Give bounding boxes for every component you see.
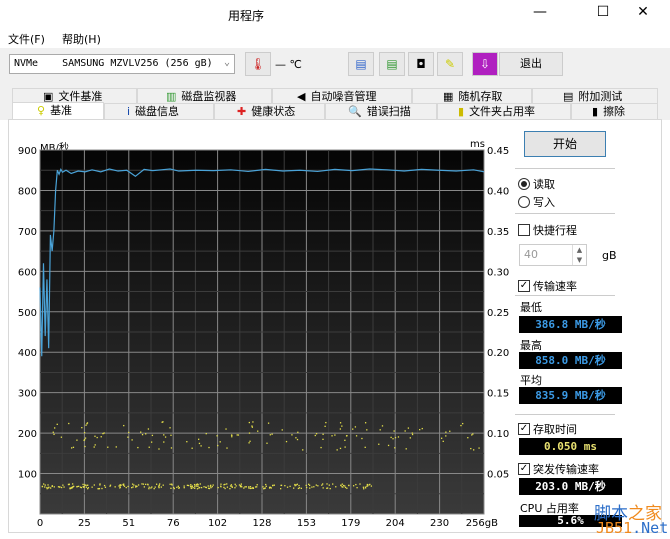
tab-benchmark[interactable]: ♀ 基准: [12, 102, 104, 120]
options-icon[interactable]: ✎: [437, 52, 463, 76]
radio-label: 写入: [533, 196, 555, 209]
y-axis-label: MB/秒: [40, 143, 69, 154]
check-icon: ✓: [518, 280, 530, 292]
tab-disk-info[interactable]: i 磁盘信息: [104, 103, 214, 119]
title-bar: 用程序 — ☐ ✕: [0, 0, 670, 28]
y2-axis-label: ms: [470, 139, 485, 150]
check-icon: ✓: [518, 423, 530, 435]
tab-label: 磁盘监视器: [181, 90, 237, 103]
tab-random-access[interactable]: ▦ 随机存取: [412, 88, 532, 104]
folder-icon: ▮: [458, 105, 465, 118]
tab-health[interactable]: ✚ 健康状态: [214, 103, 325, 119]
stepper-value: 40: [524, 248, 538, 261]
speaker-icon: ◀: [297, 90, 306, 103]
tab-bar: ▣ 文件基准 ▥ 磁盘监视器 ◀ 自动噪音管理 ▦ 随机存取 ▤ 附加测试 ♀ 基准 i 磁盘…: [0, 86, 670, 120]
avg-label: 平均: [520, 374, 542, 387]
write-radio[interactable]: 写入: [518, 194, 555, 210]
short-stroke-stepper[interactable]: 40 ▲ ▼: [519, 244, 587, 266]
menu-file[interactable]: 文件(F): [8, 31, 45, 47]
tab-label: 擦除: [603, 105, 626, 118]
drive-select-value: NVMe SAMSUNG MZVLV256 (256 gB): [14, 58, 213, 69]
tab-label: 自动噪音管理: [310, 90, 377, 103]
monitor-icon: ▥: [166, 90, 177, 103]
transfer-rate-checkbox[interactable]: ✓ 传输速率: [518, 278, 577, 294]
window-title: 用程序: [228, 9, 265, 23]
tab-label: 附加测试: [578, 90, 623, 103]
copy-info-icon[interactable]: ▤: [348, 52, 374, 76]
burst-rate-checkbox[interactable]: ✓ 突发传输速率: [518, 461, 599, 477]
toolbar: NVMe SAMSUNG MZVLV256 (256 gB) ⌄ 🌡 — ℃ ▤ …: [0, 48, 670, 86]
stroke-unit: gB: [602, 249, 617, 262]
checkbox-label: 存取时间: [533, 423, 577, 436]
maximize-button[interactable]: ☐: [588, 4, 618, 20]
short-stroke-checkbox[interactable]: 快捷行程: [518, 222, 577, 238]
close-button[interactable]: ✕: [628, 4, 658, 20]
checkbox-box: [518, 224, 530, 236]
magnifier-icon: 🔍: [348, 105, 362, 118]
tab-label: 错误扫描: [366, 105, 411, 118]
menu-bar: 文件(F) 帮助(H): [0, 28, 670, 48]
exit-button[interactable]: 退出: [499, 52, 563, 76]
thermometer-icon[interactable]: 🌡: [245, 52, 271, 76]
extra-icon: ▤: [563, 90, 574, 103]
avg-value: 835.9 MB/秒: [519, 387, 622, 404]
tab-disk-monitor[interactable]: ▥ 磁盘监视器: [137, 88, 272, 104]
tab-extra-tests[interactable]: ▤ 附加测试: [532, 88, 658, 104]
min-value: 386.8 MB/秒: [519, 316, 622, 333]
tab-folder-usage[interactable]: ▮ 文件夹占用率: [437, 103, 571, 119]
check-icon: ✓: [518, 463, 530, 475]
max-label: 最高: [520, 339, 542, 352]
access-time-checkbox[interactable]: ✓ 存取时间: [518, 421, 577, 437]
info-icon: i: [127, 105, 131, 118]
tab-label: 随机存取: [458, 90, 503, 103]
read-radio[interactable]: 读取: [518, 176, 555, 192]
max-value: 858.0 MB/秒: [519, 352, 622, 369]
health-cross-icon: ✚: [237, 105, 247, 118]
checkbox-label: 突发传输速率: [533, 463, 599, 476]
bulb-icon: ♀: [37, 104, 46, 117]
copy-all-icon[interactable]: ▤: [379, 52, 405, 76]
drive-select[interactable]: NVMe SAMSUNG MZVLV256 (256 gB) ⌄: [9, 54, 235, 74]
chevron-down-icon: ⌄: [223, 57, 230, 68]
access-time-value: 0.050 ms: [519, 438, 622, 455]
minimize-button[interactable]: —: [525, 4, 555, 20]
tab-label: 磁盘信息: [135, 105, 180, 118]
tab-label: 文件夹占用率: [469, 105, 536, 118]
checkbox-label: 快捷行程: [533, 224, 577, 237]
tab-aam[interactable]: ◀ 自动噪音管理: [272, 88, 412, 104]
tab-label: 基准: [50, 104, 73, 117]
stepper-arrows-icon[interactable]: ▲ ▼: [572, 245, 586, 265]
download-icon[interactable]: ⇩: [472, 52, 498, 76]
radio-label: 读取: [533, 178, 555, 191]
trash-icon: ▮: [592, 105, 599, 118]
tab-erase[interactable]: ▮ 擦除: [571, 103, 658, 119]
checkbox-label: 传输速率: [533, 280, 577, 293]
menu-help[interactable]: 帮助(H): [62, 31, 101, 47]
radio-dot: [518, 196, 530, 208]
start-button[interactable]: 开始: [524, 131, 606, 157]
random-icon: ▦: [443, 90, 454, 103]
min-label: 最低: [520, 301, 542, 314]
watermark-url: JB51.Net: [596, 519, 669, 537]
camera-icon[interactable]: ◘: [408, 52, 434, 76]
tab-error-scan[interactable]: 🔍 错误扫描: [325, 103, 437, 119]
temperature-readout: — ℃: [275, 58, 302, 71]
burst-rate-value: 203.0 MB/秒: [519, 478, 622, 495]
radio-dot: [518, 178, 530, 190]
tab-label: 健康状态: [251, 105, 296, 118]
